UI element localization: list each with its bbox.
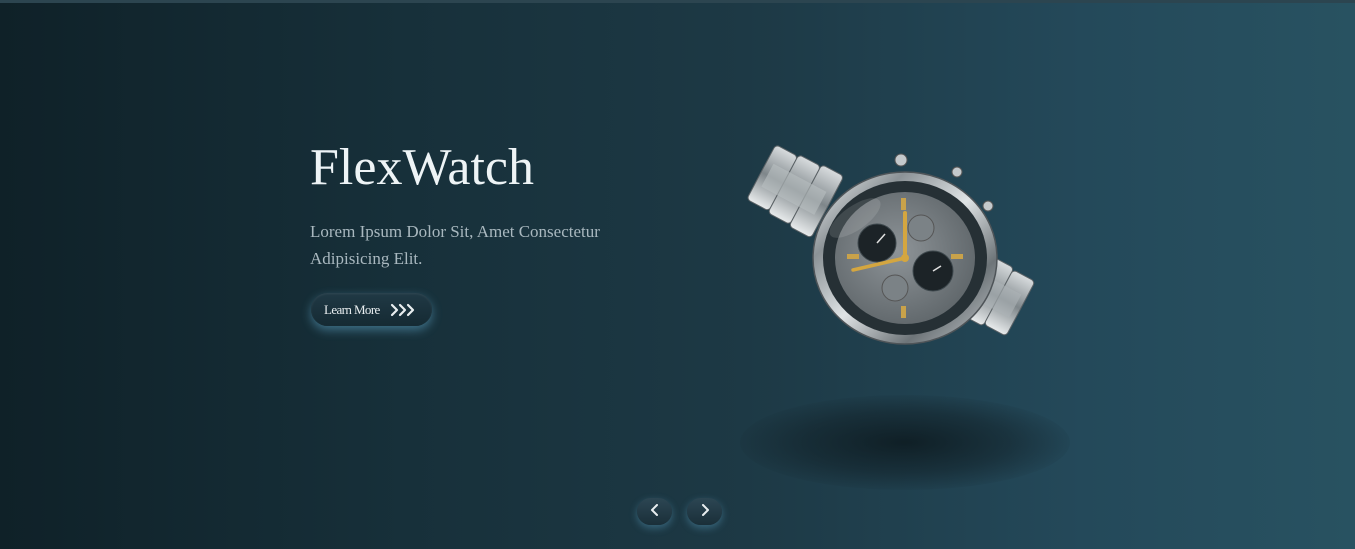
- learn-more-button[interactable]: Learn More: [311, 293, 432, 326]
- chevron-right-icon: [700, 503, 710, 521]
- chevron-left-icon: [650, 503, 660, 521]
- learn-more-label: Learn More: [324, 301, 380, 317]
- slider-next-button[interactable]: [687, 498, 722, 525]
- product-shadow: [740, 395, 1070, 490]
- top-border: [0, 0, 1355, 3]
- triple-chevron-right-icon: [390, 303, 416, 317]
- hero-text-block: FlexWatch Lorem Ipsum Dolor Sit, Amet Co…: [310, 138, 670, 272]
- hero-subtitle: Lorem Ipsum Dolor Sit, Amet Consectetur …: [310, 222, 600, 268]
- product-watch-image: [735, 138, 1065, 368]
- slider-prev-button[interactable]: [637, 498, 672, 525]
- hero-title: FlexWatch: [310, 139, 534, 196]
